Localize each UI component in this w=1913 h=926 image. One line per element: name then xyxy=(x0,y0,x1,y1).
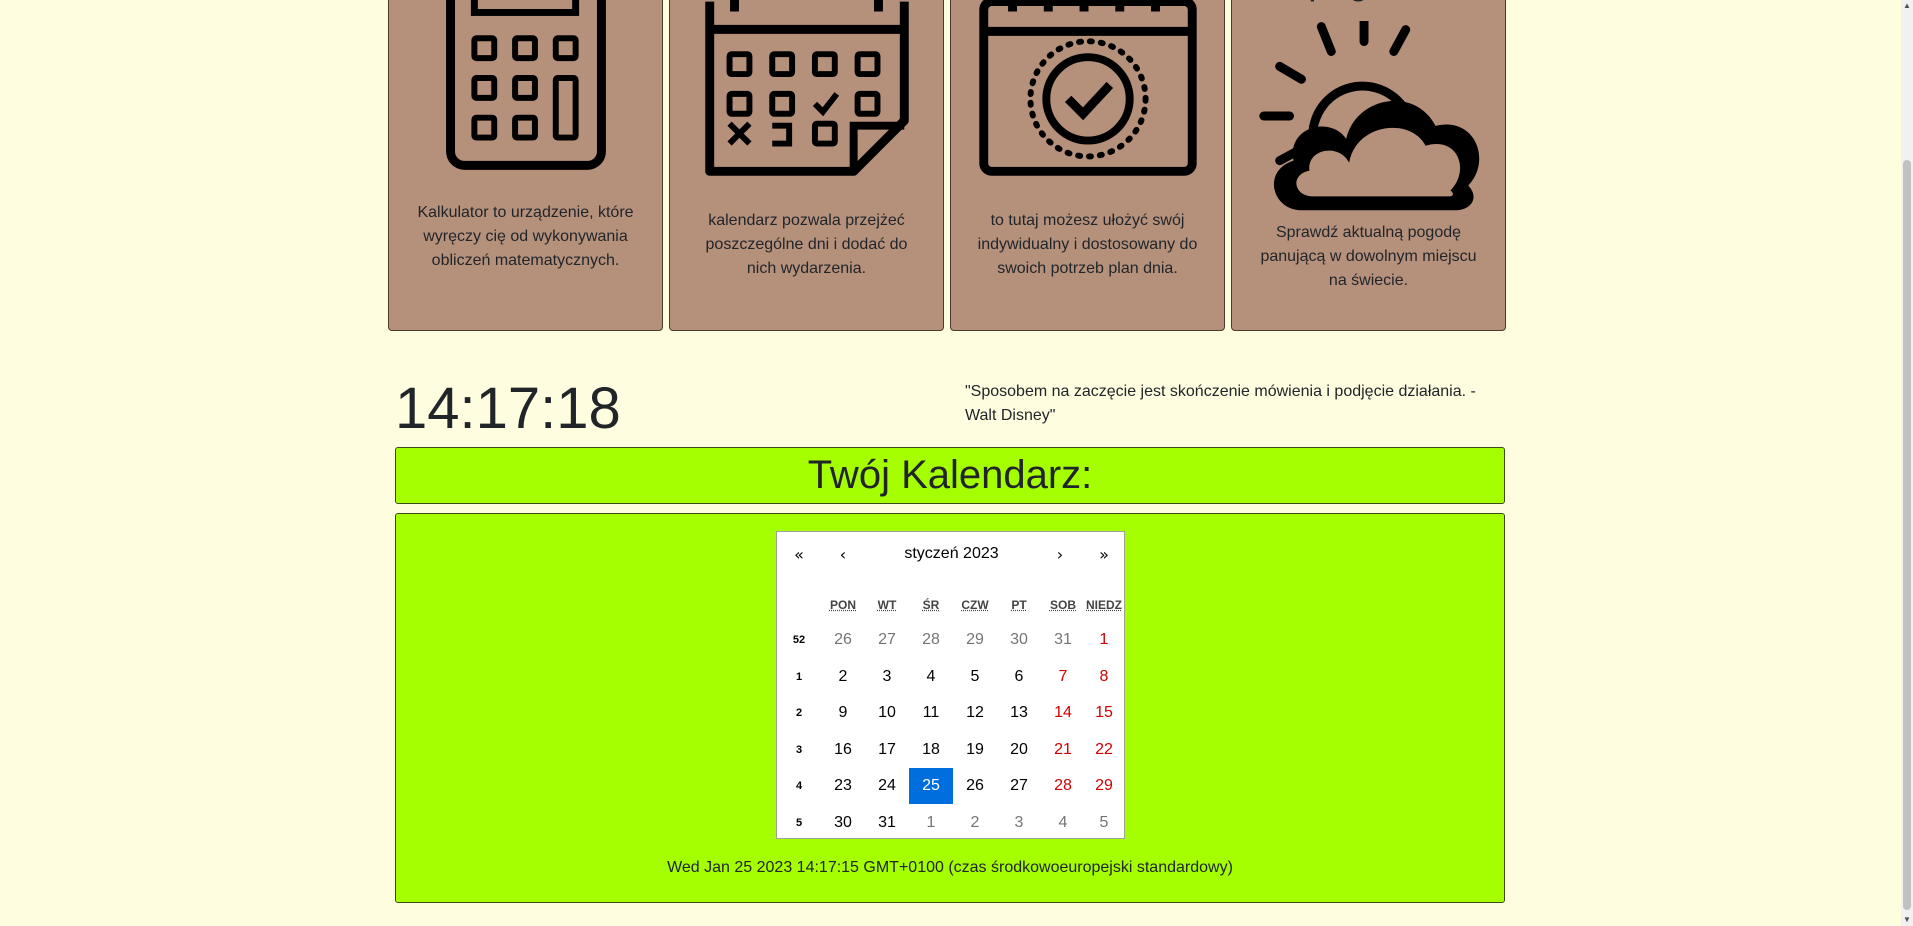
calendar-day[interactable]: 20 xyxy=(997,732,1041,768)
calendar-day[interactable]: 16 xyxy=(821,732,865,768)
calendar-day[interactable]: 13 xyxy=(997,695,1041,731)
prev-year-button[interactable]: « xyxy=(777,532,821,576)
card-description: Sprawdź aktualną pogodę panującą w dowol… xyxy=(1260,224,1477,289)
card-description: kalendarz pozwala przejżeć poszczególne … xyxy=(705,212,908,277)
calendar-day[interactable]: 31 xyxy=(865,805,909,841)
selected-day[interactable]: 25 xyxy=(909,768,953,804)
next-month-button[interactable]: › xyxy=(1038,532,1082,576)
calendar-day[interactable]: 3 xyxy=(997,805,1041,841)
scroll-down-icon[interactable]: ▼ xyxy=(1903,916,1911,924)
calendar-day[interactable]: 27 xyxy=(997,768,1041,804)
weekday-label: SOB xyxy=(1049,598,1076,612)
weekday-header: ŚR xyxy=(909,598,953,612)
calendar-day[interactable]: 4 xyxy=(1041,805,1085,841)
calendar-day[interactable]: 28 xyxy=(1041,768,1085,804)
calendar-icon xyxy=(705,0,909,176)
calendar-day[interactable]: 27 xyxy=(865,622,909,658)
calendar-day[interactable]: 2 xyxy=(953,805,997,841)
calculator-card[interactable]: Kalkulator to urządzenie, które wyręczy … xyxy=(388,0,663,331)
scroll-up-icon[interactable]: ▲ xyxy=(1903,2,1911,10)
calendar-day[interactable]: 28 xyxy=(909,622,953,658)
calendar-day[interactable]: 21 xyxy=(1041,732,1085,768)
weather-card[interactable]: pogoda Sprawdź aktualną pogodę panującą … xyxy=(1231,0,1506,331)
quote-text: "Sposobem na zaczęcie jest skończenie mó… xyxy=(965,383,1476,424)
calendar-day[interactable]: 10 xyxy=(865,695,909,731)
week-number: 2 xyxy=(795,707,803,719)
calendar-day[interactable]: 11 xyxy=(909,695,953,731)
calendar-day[interactable]: 14 xyxy=(1041,695,1085,731)
planner-card[interactable]: to tutaj możesz ułożyć swój indywidualny… xyxy=(950,0,1225,331)
weekday-header: NIEDZ xyxy=(1082,598,1126,612)
calendar-day[interactable]: 8 xyxy=(1082,659,1126,695)
calendar-day[interactable]: 19 xyxy=(953,732,997,768)
calendar-day[interactable]: 31 xyxy=(1041,622,1085,658)
weekday-header: PT xyxy=(997,598,1041,612)
weekday-label: NIEDZ xyxy=(1086,598,1122,612)
card-description: to tutaj możesz ułożyć swój indywidualny… xyxy=(977,212,1198,277)
calendar-day[interactable]: 9 xyxy=(821,695,865,731)
calendar-day[interactable]: 2 xyxy=(821,659,865,695)
card-description: Kalkulator to urządzenie, które wyręczy … xyxy=(417,204,634,269)
week-number: 4 xyxy=(795,780,803,792)
calendar-day[interactable]: 30 xyxy=(821,805,865,841)
calendar-day[interactable]: 29 xyxy=(1082,768,1126,804)
calendar-day[interactable]: 3 xyxy=(865,659,909,695)
prev-month-button[interactable]: ‹ xyxy=(821,532,865,576)
calendar-panel: « ‹ styczeń 2023 › » PON WT ŚR CZW PT SOB NIED… xyxy=(395,513,1505,903)
weekday-label: PON xyxy=(829,598,856,612)
calendar-day[interactable]: 4 xyxy=(909,659,953,695)
calendar-day[interactable]: 18 xyxy=(909,732,953,768)
planner-icon xyxy=(979,0,1197,176)
calendar-day[interactable]: 23 xyxy=(821,768,865,804)
calendar-widget: « ‹ styczeń 2023 › » PON WT ŚR CZW PT SOB NIED… xyxy=(776,531,1125,839)
calendar-day[interactable]: 6 xyxy=(997,659,1041,695)
week-number: 52 xyxy=(792,634,806,646)
calendar-day[interactable]: 5 xyxy=(953,659,997,695)
weekday-header: WT xyxy=(865,598,909,612)
calendar-day[interactable]: 1 xyxy=(909,805,953,841)
next-year-button[interactable]: » xyxy=(1082,532,1126,576)
month-label-button[interactable]: styczeń 2023 xyxy=(865,532,1038,576)
calendar-day[interactable]: 26 xyxy=(953,768,997,804)
weekday-header: CZW xyxy=(953,598,997,612)
calendar-day[interactable]: 24 xyxy=(865,768,909,804)
calendar-day[interactable]: 30 xyxy=(997,622,1041,658)
calendar-day[interactable]: 5 xyxy=(1082,805,1126,841)
week-number: 3 xyxy=(795,743,803,756)
calendar-day[interactable]: 12 xyxy=(953,695,997,731)
digital-clock: 14:17:18 xyxy=(395,376,621,441)
weekday-header: PON xyxy=(821,598,865,612)
weekday-label: CZW xyxy=(961,598,989,612)
calendar-day[interactable]: 15 xyxy=(1082,695,1126,731)
calendar-title: Twój Kalendarz: xyxy=(395,447,1505,504)
calculator-icon xyxy=(446,0,606,170)
weekday-label: ŚR xyxy=(922,598,940,612)
weather-icon xyxy=(1259,21,1480,211)
calendar-day[interactable]: 29 xyxy=(953,622,997,658)
calendar-day[interactable]: 1 xyxy=(1082,622,1126,658)
current-date-string: Wed Jan 25 2023 14:17:15 GMT+0100 (czas … xyxy=(667,859,1233,876)
scrollbar-thumb[interactable] xyxy=(1903,160,1911,910)
calendar-day[interactable]: 17 xyxy=(865,732,909,768)
calendar-day[interactable]: 7 xyxy=(1041,659,1085,695)
calendar-day[interactable]: 26 xyxy=(821,622,865,658)
calendar-card[interactable]: kalendarz pozwala przejżeć poszczególne … xyxy=(669,0,944,331)
week-number: 1 xyxy=(795,670,803,683)
weekday-label: WT xyxy=(877,598,897,612)
calendar-day[interactable]: 22 xyxy=(1082,732,1126,768)
scrollbar[interactable]: ▲ ▼ xyxy=(1901,0,1913,926)
weekday-label: PT xyxy=(1011,598,1027,612)
card-title: pogoda xyxy=(1232,0,1505,3)
week-number: 5 xyxy=(795,816,803,829)
weekday-header: SOB xyxy=(1041,598,1085,612)
